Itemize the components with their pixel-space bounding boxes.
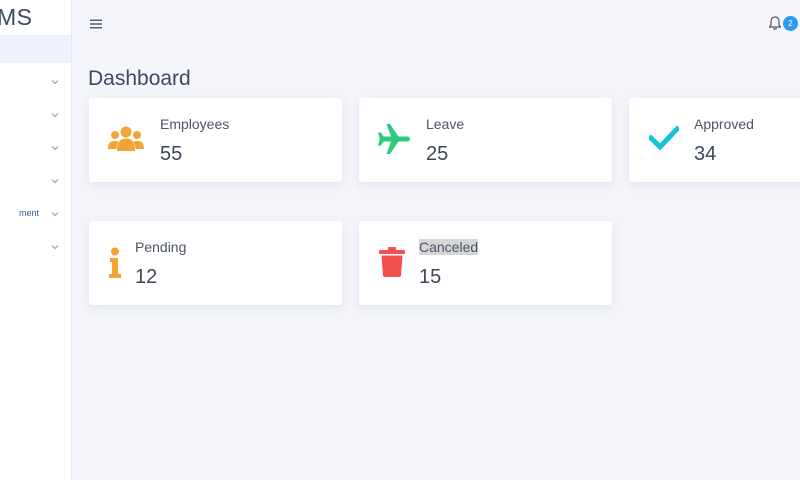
sidebar-item-1[interactable] (0, 72, 71, 92)
hamburger-menu-icon[interactable] (89, 17, 103, 31)
card-approved[interactable]: Approved 34 (629, 98, 800, 182)
info-icon (109, 247, 121, 278)
trash-icon (379, 247, 405, 277)
card-label: Canceled (419, 239, 479, 255)
sidebar-item-4[interactable] (0, 171, 71, 191)
chevron-down-icon (51, 212, 59, 217)
sidebar-item-6[interactable] (0, 237, 71, 257)
sidebar-item-3[interactable] (0, 138, 71, 158)
sidebar-item-dashboard[interactable] (0, 35, 71, 63)
notification-badge: 2 (783, 16, 798, 31)
card-label: Pending (135, 239, 187, 255)
users-icon (108, 126, 144, 151)
card-label: Leave (426, 116, 465, 132)
chevron-down-icon (51, 245, 59, 250)
card-leave[interactable]: Leave 25 (359, 98, 612, 182)
chevron-down-icon (51, 80, 59, 85)
card-canceled[interactable]: Canceled 15 (359, 221, 612, 305)
card-value: 55 (160, 143, 183, 165)
sidebar-item-label: ment (18, 208, 39, 218)
card-value: 34 (694, 143, 717, 165)
card-pending[interactable]: Pending 12 (89, 221, 342, 305)
airplane-icon (378, 124, 410, 154)
checkmark-icon (649, 126, 679, 150)
chevron-down-icon (51, 146, 59, 151)
sidebar-item-2[interactable] (0, 105, 71, 125)
bell-icon[interactable] (767, 15, 783, 31)
card-value: 12 (135, 266, 158, 288)
card-label: Approved (694, 116, 754, 132)
card-value: 15 (419, 266, 442, 288)
chevron-down-icon (51, 179, 59, 184)
brand-logo: MS (0, 4, 33, 30)
page-title: Dashboard (88, 67, 191, 90)
card-label: Employees (160, 116, 230, 132)
sidebar-item-5[interactable]: ment (0, 204, 71, 224)
top-bar: 2 (72, 0, 800, 50)
chevron-down-icon (51, 113, 59, 118)
card-employees[interactable]: Employees 55 (89, 98, 342, 182)
card-value: 25 (426, 143, 449, 165)
sidebar: MS ment (0, 0, 72, 480)
